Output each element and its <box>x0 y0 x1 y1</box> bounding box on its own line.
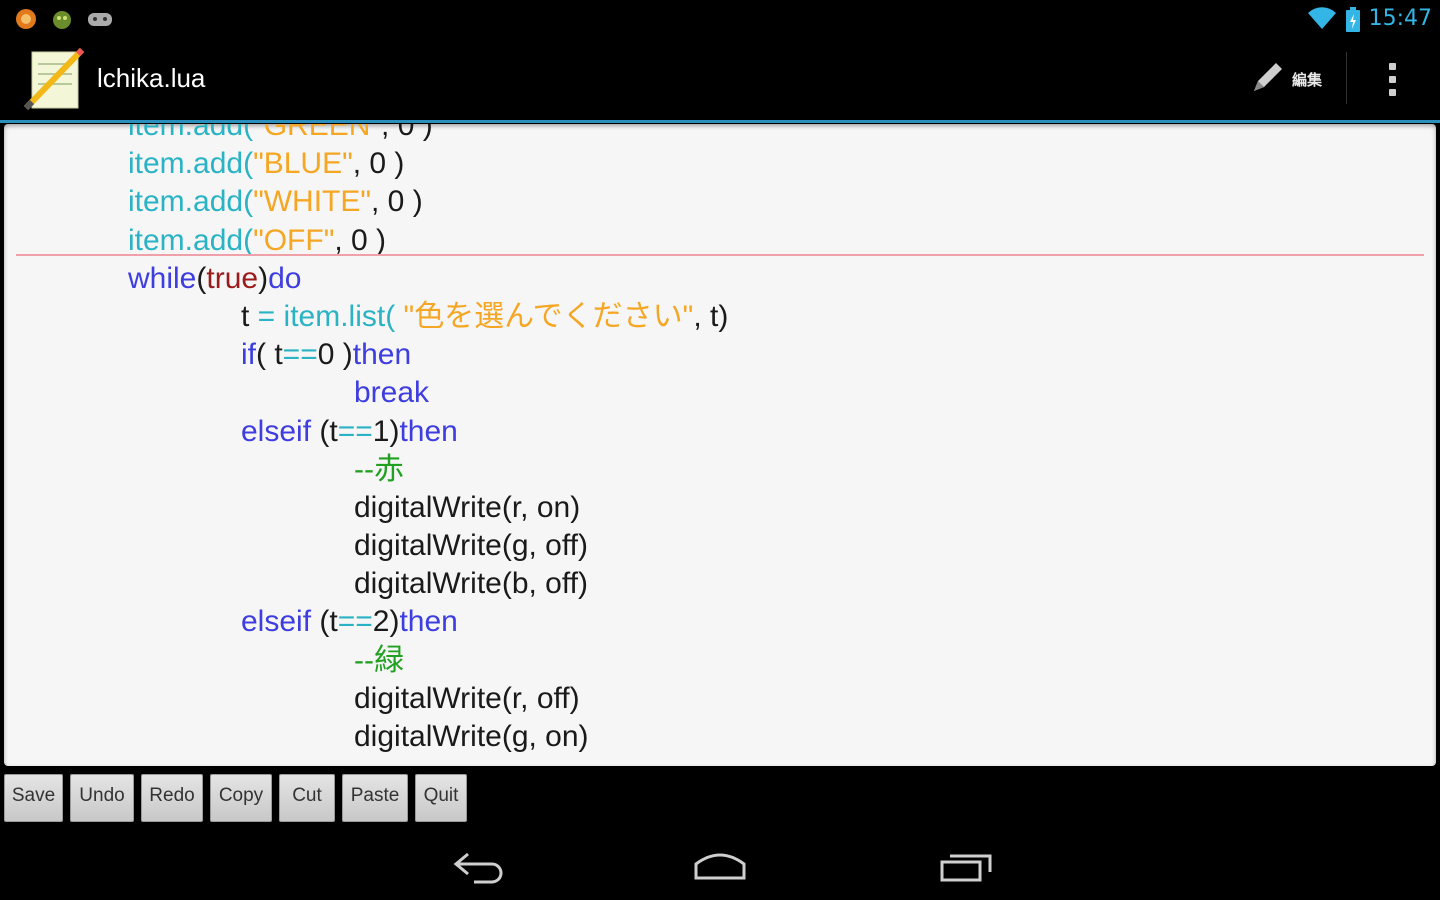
code-token: item.add( <box>128 185 254 219</box>
code-token: == <box>337 414 373 448</box>
code-token: ( t <box>256 338 283 372</box>
code-token: digitalWrite(g, on) <box>354 720 589 753</box>
code-token: ( <box>196 261 207 295</box>
code-line[interactable]: digitalWrite(r, off) <box>4 680 1436 718</box>
quit-button[interactable]: Quit <box>415 774 467 822</box>
code-token: , 0 ) <box>334 223 387 257</box>
editor-toolbar: Save Undo Redo Copy Cut Paste Quit <box>4 774 704 822</box>
screen: 15:47 lchika.lua 編集 item.add("GREEN", 0 … <box>0 0 1440 900</box>
status-bar: 15:47 <box>0 0 1440 38</box>
code-token: elseif <box>241 605 312 639</box>
code-token: , 0 ) <box>352 147 405 181</box>
code-editor[interactable]: item.add("GREEN", 0 ) item.add("BLUE", 0 … <box>4 124 1436 766</box>
action-bar-underline <box>0 120 1440 123</box>
green-robot-icon <box>50 7 74 31</box>
recent-apps-icon[interactable] <box>934 844 998 886</box>
code-line[interactable]: break <box>4 374 1436 412</box>
code-token: t <box>241 299 258 333</box>
code-token: digitalWrite(r, on) <box>354 490 581 524</box>
code-token: = <box>257 299 284 333</box>
code-token: , 0 ) <box>371 185 423 219</box>
edit-label: 編集 <box>1292 70 1323 89</box>
code-line[interactable]: digitalWrite(b, off) <box>4 565 1436 603</box>
code-token: elseif <box>241 414 312 448</box>
save-button[interactable]: Save <box>4 774 63 822</box>
code-token: "OFF" <box>253 223 335 257</box>
gamepad-icon <box>86 7 114 31</box>
code-token: == <box>282 338 318 372</box>
edit-button[interactable]: 編集 <box>1248 52 1340 106</box>
code-token: "色を選んでください" <box>395 299 694 333</box>
code-token: 1) <box>372 414 400 448</box>
code-token: item.add( <box>128 124 254 142</box>
action-bar-divider <box>1346 52 1347 104</box>
code-token: digitalWrite(r, off) <box>354 681 580 715</box>
code-token: digitalWrite(g, off) <box>354 529 588 563</box>
code-token: while <box>128 261 197 295</box>
code-line[interactable]: item.add("BLUE", 0 ) <box>4 145 1436 183</box>
code-token: 2) <box>372 605 400 639</box>
clock: 15:47 <box>1368 6 1432 31</box>
code-token: , 0 ) <box>381 124 433 142</box>
code-token: item.list( <box>283 299 396 333</box>
code-line[interactable]: digitalWrite(r, on) <box>4 489 1436 527</box>
cut-button[interactable]: Cut <box>279 774 335 822</box>
app-title: lchika.lua <box>97 63 206 93</box>
copy-button[interactable]: Copy <box>210 774 272 822</box>
code-token: then <box>399 414 458 448</box>
home-icon[interactable] <box>688 844 752 886</box>
action-bar: lchika.lua 編集 <box>0 38 1440 120</box>
code-token: digitalWrite(b, off) <box>354 567 588 601</box>
code-line[interactable]: item.add("WHITE", 0 ) <box>4 183 1436 221</box>
code-line[interactable]: if( t==0 )then <box>4 336 1436 374</box>
code-line[interactable]: elseif (t==2)then <box>4 603 1436 641</box>
code-token: true <box>206 261 259 295</box>
code-token: then <box>352 338 412 372</box>
code-token: 0 ) <box>317 338 353 372</box>
back-icon[interactable] <box>446 844 510 886</box>
orange-circle-icon <box>14 7 38 31</box>
paste-button[interactable]: Paste <box>342 774 408 822</box>
code-token: --緑 <box>354 643 404 677</box>
code-line[interactable]: while(true)do <box>4 260 1436 298</box>
code-token: "GREEN" <box>253 124 382 142</box>
code-token: == <box>337 605 373 639</box>
code-token: if <box>241 338 256 372</box>
code-line[interactable]: elseif (t==1)then <box>4 413 1436 451</box>
notepad-pencil-icon[interactable] <box>22 46 86 112</box>
code-line[interactable]: digitalWrite(g, off) <box>4 527 1436 565</box>
navigation-bar <box>0 830 1440 900</box>
overflow-menu-icon[interactable] <box>1372 52 1412 106</box>
code-line[interactable]: digitalWrite(g, on) <box>4 718 1436 756</box>
wifi-icon <box>1306 7 1338 31</box>
code-token: (t <box>311 605 338 639</box>
code-token: do <box>268 261 302 295</box>
code-token: break <box>354 376 430 410</box>
redo-button[interactable]: Redo <box>141 774 203 822</box>
undo-button[interactable]: Undo <box>70 774 134 822</box>
code-token: --赤 <box>354 452 404 486</box>
code-line[interactable]: t = item.list( "色を選んでください", t) <box>4 298 1436 336</box>
code-token: item.add( <box>128 223 254 257</box>
cursor-line-marker <box>16 254 1424 256</box>
code-token: "WHITE" <box>253 185 372 219</box>
code-token: , t) <box>693 299 729 333</box>
code-line[interactable]: --緑 <box>4 642 1436 680</box>
code-token: then <box>399 605 458 639</box>
code-token: (t <box>311 414 338 448</box>
code-token: ) <box>258 261 269 295</box>
code-token: item.add( <box>128 147 254 181</box>
pencil-icon <box>1248 57 1288 101</box>
code-line[interactable]: item.add("GREEN", 0 ) <box>4 124 1436 145</box>
battery-icon <box>1344 7 1362 32</box>
code-lines: item.add("GREEN", 0 ) item.add("BLUE", 0 … <box>4 124 1436 756</box>
code-line[interactable]: --赤 <box>4 451 1436 489</box>
code-token: "BLUE" <box>253 147 353 181</box>
